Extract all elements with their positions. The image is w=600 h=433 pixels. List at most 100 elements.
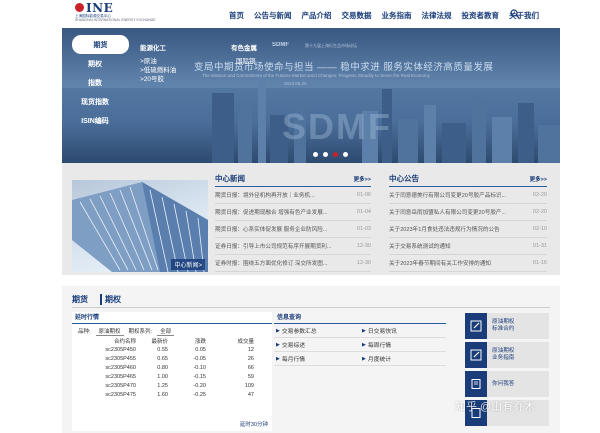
volume: 109 [244, 382, 254, 389]
info-link[interactable]: ▶ 每月行情 [274, 352, 360, 366]
service-label: 原油期权 标准合约 [492, 319, 515, 332]
hero-banner[interactable]: SDMF 第十九届上海衍生品市场论坛 变局中期货市场使命与担当 —— 稳中求进 … [62, 28, 560, 163]
delayed-quotes-panel: 延时行情 品种: 原油期权 期权系列: 全部 合约名称 最新价 涨跌 成交量 s… [72, 312, 272, 431]
notice-item-date: 01-16 [532, 260, 547, 266]
chevron-right-icon: ▶ [362, 355, 366, 362]
service-faq[interactable]: 你问我答 [465, 371, 549, 397]
news-image-caption[interactable]: 中心新闻> [171, 259, 205, 270]
news-item-date: 12-30 [356, 243, 371, 249]
logo[interactable]: INE 上海国际能源交易中心 SHANGHAI INTERNATIONAL EN… [75, 1, 156, 24]
center-notices-header: 中心公告 更多>> [389, 171, 547, 187]
submenu-energy: 能源化工 >原油 >低硫燃料油 >20号胶 [140, 42, 176, 85]
contract-name: sc2305P465 [105, 373, 136, 380]
notice-item-text: 关于同意德美行有限公司变更20号胶产品标识... [389, 193, 507, 199]
info-links: ▶ 交易参数汇总 ▶ 日交易快讯 ▶ 交易综述 ▶ 每周行情 ▶ 每月行情 ▶ 月度统计 [274, 324, 446, 366]
notice-item[interactable]: 关于同意岳雨加盟私人有限公司变更20号胶产... 02-20 [389, 204, 547, 221]
menu-item-isin[interactable]: ISIN编码 [62, 111, 128, 130]
carousel-dot[interactable] [323, 152, 328, 157]
notice-item-text: 关于交易系统测试的通知 [389, 244, 451, 250]
news-item-text: 期货日报：境外径机构再开放｜业务机... [215, 193, 315, 199]
service-business-guide[interactable]: 原油期权 业务指南 [465, 342, 549, 368]
col-volume: 成交量 [237, 338, 254, 345]
price-change: -0.15 [193, 373, 206, 380]
notice-item[interactable]: 关于2023年春节期间有关工作安排的通知 01-16 [389, 255, 547, 272]
center-news-more[interactable]: 更多>> [354, 175, 371, 183]
last-price: 1.25 [157, 382, 168, 389]
banner-building [424, 105, 436, 163]
notice-item[interactable]: 关于同意德美行有限公司变更20号胶产品标识... 02-20 [389, 187, 547, 204]
price-change: -0.05 [193, 355, 206, 362]
carousel-dots [313, 152, 348, 157]
news-image[interactable]: 中心新闻> [72, 180, 208, 272]
info-link[interactable]: ▶ 月度统计 [360, 352, 446, 366]
table-row[interactable]: sc2305P460 0.80 -0.10 66 [74, 363, 254, 372]
notice-item[interactable]: 关于交易系统测试的通知 01-31 [389, 238, 547, 255]
banner-brand-big: SDMF [282, 106, 392, 147]
menu-item-spot-index[interactable]: 现货指数 [62, 92, 128, 111]
info-link[interactable]: ▶ 日交易快讯 [360, 324, 446, 338]
news-item[interactable]: 证券日报：引导上市公司规范有序开展期货利... 12-30 [215, 238, 371, 255]
nav-home[interactable]: 首页 [224, 10, 249, 21]
news-item-date: 01-06 [356, 192, 371, 198]
nav-products[interactable]: 产品介绍 [297, 10, 337, 21]
submenu-item-copper[interactable]: 国际铜 [236, 58, 257, 66]
info-link-label: 月度统计 [367, 357, 392, 363]
volume: 26 [247, 355, 254, 362]
news-item-date: 12-30 [356, 260, 371, 266]
table-row[interactable]: sc2305P465 1.00 -0.15 59 [74, 372, 254, 381]
last-price: 1.60 [157, 391, 168, 398]
news-item[interactable]: 期货日报：境外径机构再开放｜业务机... 01-06 [215, 187, 371, 204]
nav-announcements[interactable]: 公告与新闻 [249, 10, 297, 21]
submenu-item-crude[interactable]: >原油 [140, 58, 176, 66]
table-row[interactable]: sc2305P450 0.55 0.05 12 [74, 345, 254, 354]
banner-building [212, 93, 234, 163]
nav-trading-data[interactable]: 交易数据 [337, 10, 377, 21]
nav-laws[interactable]: 法律法规 [417, 10, 457, 21]
table-row[interactable]: sc2305P470 1.25 -0.20 109 [74, 381, 254, 390]
banner-building [258, 75, 266, 163]
banner-building [492, 117, 512, 163]
news-item[interactable]: 期货日报：促进期现融合 增强有色产业发展... 01-04 [215, 204, 371, 221]
submenu-energy-head[interactable]: 能源化工 [140, 42, 176, 52]
variety-select[interactable]: 原油期权 [95, 327, 124, 336]
nav-business-guide[interactable]: 业务指南 [377, 10, 417, 21]
edit-icon [465, 313, 487, 339]
table-row[interactable]: sc2305P455 0.65 -0.05 26 [74, 354, 254, 363]
volume: 12 [247, 346, 254, 353]
chevron-right-icon: ▶ [276, 327, 280, 334]
table-row[interactable]: sc2305P475 1.60 -0.25 47 [74, 390, 254, 399]
banner-brand-small-sub: 第十九届上海衍生品市场论坛 [305, 43, 357, 48]
info-link[interactable]: ▶ 交易综述 [274, 338, 360, 352]
submenu-item-rubber[interactable]: >20号胶 [140, 76, 176, 84]
series-select[interactable]: 全部 [157, 327, 175, 336]
tab-futures[interactable]: 期货 [72, 294, 88, 305]
banner-building [238, 107, 252, 163]
service-standard-contract[interactable]: 原油期权 标准合约 [465, 313, 549, 339]
nav-investor-edu[interactable]: 投资者教育 [457, 10, 505, 21]
carousel-dot[interactable] [343, 152, 348, 157]
series-label: 期权系列: [128, 329, 153, 335]
search-icon[interactable] [510, 9, 520, 19]
product-menu: 期货 期权 指数 现货指数 ISIN编码 [62, 35, 129, 130]
menu-item-options[interactable]: 期权 [62, 54, 128, 73]
volume: 66 [247, 364, 254, 371]
notice-item-text: 关于同意岳雨加盟私人有限公司变更20号胶产... [389, 210, 507, 216]
tab-options[interactable]: 期权 [100, 294, 121, 305]
submenu-item-low-sulfur[interactable]: >低硫燃料油 [140, 67, 176, 75]
carousel-dot-active[interactable] [333, 152, 338, 157]
submenu-metals-head[interactable]: 有色金属 [231, 42, 257, 52]
banner-subtitle: The Mission and Commitment of the Future… [202, 73, 430, 78]
header: INE 上海国际能源交易中心 SHANGHAI INTERNATIONAL EN… [0, 0, 600, 28]
menu-item-index[interactable]: 指数 [62, 73, 128, 92]
news-item[interactable]: 证券时报：围绕五方面优化修订 深交所发图... 12-30 [215, 255, 371, 272]
news-item-date: 01-03 [356, 226, 371, 232]
menu-item-futures[interactable]: 期货 [72, 35, 129, 54]
notice-item[interactable]: 关于2023年1月食处违法违规行为情况的公告 02-10 [389, 221, 547, 238]
quotes-table: 合约名称 最新价 涨跌 成交量 sc2305P450 0.55 0.05 12 … [74, 336, 254, 399]
info-link[interactable]: ▶ 每周行情 [360, 338, 446, 352]
center-notices-more[interactable]: 更多>> [530, 175, 547, 183]
news-item[interactable]: 期货日报：心系实体促发展 服务企业防风险... 01-03 [215, 221, 371, 238]
carousel-dot[interactable] [313, 152, 318, 157]
contract-name: sc2305P470 [105, 382, 136, 389]
info-link[interactable]: ▶ 交易参数汇总 [274, 324, 360, 338]
